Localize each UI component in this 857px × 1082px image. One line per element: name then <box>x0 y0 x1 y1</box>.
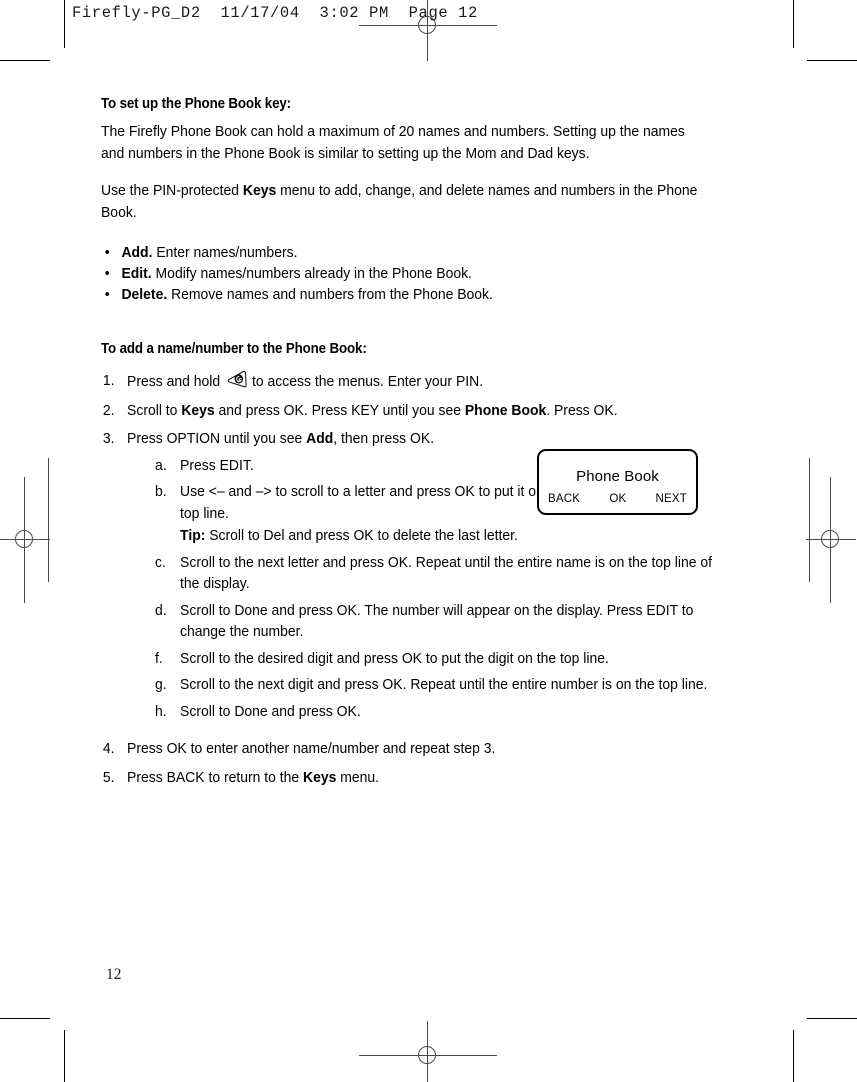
display-title: Phone Book <box>576 468 659 485</box>
list-item: • Add. Enter names/numbers. <box>101 242 724 263</box>
inline-bold-keys: Keys <box>181 401 215 419</box>
crop-mark-bottom-right-horizontal <box>807 1018 857 1019</box>
printer-header-text: Firefly-PG_D2 11/17/04 3:02 PM Page 12 <box>72 4 478 22</box>
softkey-label-back: BACK <box>548 493 581 505</box>
bullet-text-delete: Remove names and numbers from the Phone … <box>167 286 493 303</box>
tip-label: Tip: <box>180 527 206 544</box>
crop-mark-top-right-vertical <box>793 0 794 48</box>
step-4-text: Press OK to enter another name/number an… <box>127 740 496 757</box>
substep-marker-b: b. <box>154 483 167 500</box>
heading-add-name-number: To add a name/number to the Phone Book: <box>101 341 367 357</box>
substep-marker-d: d. <box>154 601 167 619</box>
firefly-key-icon <box>227 370 247 388</box>
substep-marker-c: c. <box>154 553 166 571</box>
bullet-term-delete: Delete. <box>121 286 168 303</box>
step-3-pre: Press OPTION until you see <box>127 430 307 447</box>
bullet-term-add: Add. <box>121 244 153 261</box>
list-item: d. Scroll to Done and press OK. The numbe… <box>153 600 730 643</box>
list-item: • Delete. Remove names and numbers from t… <box>101 284 724 305</box>
list-item: a. Press EDIT. <box>153 455 580 477</box>
substep-marker-g: g. <box>154 676 167 693</box>
bullet-dot-icon: • <box>104 265 110 282</box>
step-5-post: menu. <box>336 768 380 786</box>
bullet-text-edit: Modify names/numbers already in the Phon… <box>151 265 472 282</box>
substep-text-d: Scroll to Done and press OK. The number … <box>180 601 694 641</box>
list-item: 4. Press OK to enter another name/number … <box>101 738 730 760</box>
list-item: h. Scroll to Done and press OK. <box>153 701 730 723</box>
step-2-mid: and press OK. Press KEY until you see <box>214 401 465 419</box>
softkey-label-ok: OK <box>609 493 627 505</box>
trim-rule-right <box>809 458 810 582</box>
crop-mark-bottom-left-horizontal <box>0 1018 50 1019</box>
list-item: • Edit. Modify names/numbers already in t… <box>101 263 724 284</box>
page-canvas: Firefly-PG_D2 11/17/04 3:02 PM Page 12 T… <box>0 0 857 1082</box>
inline-bold-add: Add <box>306 430 334 447</box>
substep-marker-a: a. <box>154 456 167 474</box>
step-2-pre: Scroll to <box>127 401 182 419</box>
step-3-post: , then press OK. <box>333 430 435 447</box>
step-marker-1: 1. <box>102 372 115 389</box>
inline-bold-phone-book: Phone Book <box>464 401 547 419</box>
list-item: 2. Scroll to Keys and press OK. Press KEY… <box>101 400 730 422</box>
step-2-post: . Press OK. <box>546 401 618 419</box>
substep-marker-f: f. <box>154 649 163 667</box>
substep-text-f: Scroll to the desired digit and press OK… <box>180 649 609 667</box>
step-1-pre: Press and hold <box>127 373 224 390</box>
step-marker-2: 2. <box>102 401 115 419</box>
crop-mark-top-left-vertical <box>64 0 65 48</box>
registration-mark-right-center <box>806 477 856 603</box>
list-item: c. Scroll to the next letter and press OK… <box>153 552 730 595</box>
heading-setup-phone-book-key: To set up the Phone Book key: <box>101 96 291 112</box>
trim-rule-left <box>48 458 49 582</box>
document-body: To set up the Phone Book key: The Firefl… <box>101 96 712 795</box>
bullet-dot-icon: • <box>104 286 110 303</box>
list-item: b. Use <– and –> to scroll to a letter an… <box>153 481 580 547</box>
paragraph-capacity: The Firefly Phone Book can hold a maximu… <box>101 123 685 162</box>
crop-mark-bottom-left-vertical <box>64 1030 65 1082</box>
procedure-step-list: 1. Press and hold to access the menus. En… <box>101 370 712 788</box>
substep-text-c: Scroll to the next letter and press OK. … <box>180 553 713 593</box>
handset-display-mockup: Phone Book BACK OK NEXT <box>537 449 698 515</box>
list-item: f. Scroll to the desired digit and press … <box>153 648 730 670</box>
tip-line: Tip: Scroll to Del and press OK to delet… <box>180 525 580 547</box>
inline-bold-keys: Keys <box>303 768 337 786</box>
substep-marker-h: h. <box>154 702 167 720</box>
step-1-post: to access the menus. Enter your PIN. <box>248 373 484 390</box>
step-marker-4: 4. <box>102 740 115 757</box>
display-softkey-row: BACK OK NEXT <box>548 493 687 505</box>
inline-bold-keys: Keys <box>242 182 277 199</box>
crop-mark-top-right-horizontal <box>807 60 857 61</box>
registration-mark-bottom-center <box>359 1021 497 1082</box>
list-item: 1. Press and hold to access the menus. En… <box>101 370 730 393</box>
crop-mark-top-left-horizontal <box>0 60 50 61</box>
tip-text: Scroll to Del and press OK to delete the… <box>205 527 518 544</box>
registration-mark-left-center <box>0 477 50 603</box>
paragraph-pin-protected: Use the PIN-protected Keys menu to add, … <box>101 180 704 223</box>
substep-text-a: Press EDIT. <box>180 456 254 474</box>
substep-text-g: Scroll to the next digit and press OK. R… <box>180 676 708 693</box>
softkey-label-next: NEXT <box>655 493 687 505</box>
list-item: g. Scroll to the next digit and press OK.… <box>153 674 730 696</box>
page-number: 12 <box>106 966 122 983</box>
bullet-text-add: Enter names/numbers. <box>152 244 298 261</box>
bullet-term-edit: Edit. <box>121 265 152 282</box>
crop-mark-bottom-right-vertical <box>793 1030 794 1082</box>
step-marker-5: 5. <box>102 768 115 786</box>
paragraph-pin-pre: Use the PIN-protected <box>101 182 243 199</box>
list-item: 5. Press BACK to return to the Keys menu. <box>101 767 730 789</box>
feature-bullet-list: • Add. Enter names/numbers. • Edit. Modify… <box>101 242 704 305</box>
step-marker-3: 3. <box>102 430 115 447</box>
substep-text-h: Scroll to Done and press OK. <box>180 702 361 720</box>
bullet-dot-icon: • <box>104 244 110 261</box>
step-5-pre: Press BACK to return to the <box>127 768 304 786</box>
substep-text-b: Use <– and –> to scroll to a letter and … <box>180 483 568 522</box>
